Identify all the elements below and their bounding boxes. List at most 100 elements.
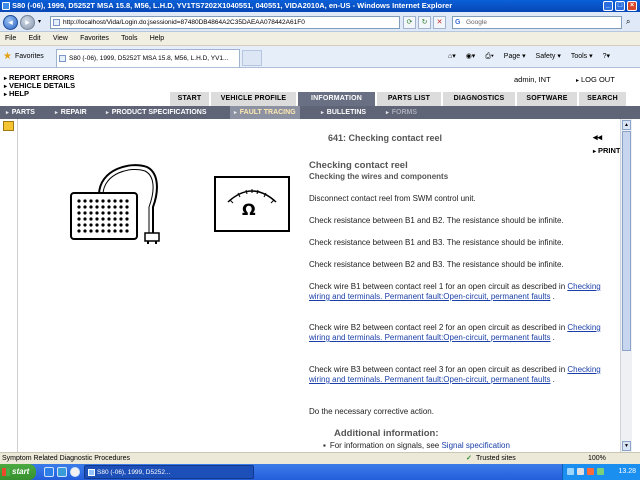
sub-navigation: ▸ PARTS ▸ REPAIR ▸ PRODUCT SPECIFICATIONS ▸…	[0, 106, 640, 119]
logout-link[interactable]: ▸ LOG OUT	[576, 75, 615, 84]
subnav-parts[interactable]: ▸ PARTS	[6, 106, 35, 119]
compatibility-icon[interactable]: ⟳	[403, 16, 416, 29]
tree-panel-strip	[0, 119, 18, 452]
help-link[interactable]: ▸ HELP	[4, 90, 29, 99]
signal-specification-link[interactable]: Signal specification	[441, 441, 509, 450]
page-menu[interactable]: Page ▾	[504, 53, 526, 60]
menu-file[interactable]: File	[0, 32, 21, 46]
user-label: admin, INT	[514, 75, 551, 84]
signal-info-item: ▪ For information on signals, see Signal …	[323, 441, 510, 450]
folder-icon[interactable]	[3, 121, 14, 131]
zoom-level[interactable]: 100%	[588, 453, 606, 464]
vertical-scrollbar[interactable]: ▲ ▼	[620, 119, 632, 452]
tab-diagnostics[interactable]: DIAGNOSTICS	[443, 92, 516, 106]
document-title: 641: Checking contact reel	[328, 133, 443, 143]
previous-document-icon[interactable]: ◂◂	[593, 132, 602, 143]
star-icon: ★	[3, 51, 12, 62]
additional-info-heading: Additional information:	[334, 428, 439, 439]
tab-start[interactable]: START	[170, 92, 210, 106]
desktop-quicklaunch-icon[interactable]	[57, 467, 67, 477]
status-text: Symptom Related Diagnostic Procedures	[2, 455, 131, 462]
step-check-b1-b2: Check resistance between B1 and B2. The …	[309, 216, 564, 225]
window-title-bar[interactable]: S80 (-06), 1999, D5252T MSA 15.8, M56, L…	[0, 0, 640, 12]
clock[interactable]: 13.28	[618, 464, 636, 480]
volume-icon[interactable]	[577, 468, 584, 475]
maximize-button[interactable]: □	[615, 1, 625, 11]
help-icon[interactable]: ?▾	[603, 53, 610, 60]
home-icon[interactable]: ⌂▾	[448, 53, 456, 60]
ie-icon	[88, 469, 95, 476]
taskbar-ie-window[interactable]: S80 (-06), 1999, D5252...	[84, 465, 254, 479]
subnav-repair[interactable]: ▸ REPAIR	[55, 106, 87, 119]
ie-icon	[2, 2, 10, 10]
menu-view[interactable]: View	[48, 32, 73, 46]
menu-edit[interactable]: Edit	[24, 32, 46, 46]
favorites-button[interactable]: ★ Favorites	[2, 50, 44, 64]
ie-quicklaunch-icon[interactable]	[44, 467, 54, 477]
menu-bar: File Edit View Favorites Tools Help	[0, 32, 640, 46]
system-tray: 13.28	[562, 464, 640, 480]
address-bar-row: ◂ ▸ ▾ http://localhost/Vida/Login.do;jse…	[0, 12, 640, 32]
page-icon	[59, 55, 66, 62]
tab-vehicle-profile[interactable]: VEHICLE PROFILE	[211, 92, 297, 106]
scroll-down-icon[interactable]: ▼	[622, 441, 631, 451]
safety-menu[interactable]: Safety ▾	[536, 53, 561, 60]
print-icon[interactable]: ⎙▾	[485, 53, 494, 60]
security-icon[interactable]	[587, 468, 594, 475]
step-disconnect: Disconnect contact reel from SWM control…	[309, 194, 476, 203]
checkmark-icon: ✓	[466, 455, 472, 462]
update-icon[interactable]	[597, 468, 604, 475]
scroll-thumb[interactable]	[622, 131, 631, 351]
step-check-b2-b3: Check resistance between B2 and B3. The …	[309, 260, 564, 269]
subnav-fault-tracing[interactable]: ▸ FAULT TRACING	[230, 106, 300, 119]
scroll-up-icon[interactable]: ▲	[622, 120, 631, 130]
search-input[interactable]: G Google	[452, 16, 622, 29]
step-check-wire-b1: Check wire B1 between contact reel 1 for…	[309, 282, 601, 301]
browser-tab[interactable]: S80 (-06), 1999, D5252T MSA 15.8, M56, L…	[56, 49, 240, 67]
tab-software[interactable]: SOFTWARE	[517, 92, 578, 106]
taskbar: start S80 (-06), 1999, D5252... 13.28	[0, 464, 640, 480]
favorites-bar: ★ Favorites S80 (-06), 1999, D5252T MSA …	[0, 46, 640, 68]
command-bar: ⌂▾ ◉▾ ⎙▾ Page ▾ Safety ▾ Tools ▾ ?▾	[440, 50, 610, 64]
step-corrective-action: Do the necessary corrective action.	[309, 407, 434, 416]
close-button[interactable]: ×	[627, 1, 637, 11]
network-icon[interactable]	[567, 468, 574, 475]
search-icon[interactable]: ⌕	[626, 17, 630, 27]
favorites-label: Favorites	[15, 53, 44, 60]
step-check-b1-b3: Check resistance between B1 and B3. The …	[309, 238, 564, 247]
chrome-quicklaunch-icon[interactable]	[70, 467, 80, 477]
document-content: Ω 641: Checking contact reel ◂◂ ▸ PRINT C…	[19, 119, 621, 452]
menu-tools[interactable]: Tools	[116, 32, 142, 46]
ohm-symbol: Ω	[242, 200, 256, 219]
step-check-wire-b3: Check wire B3 between contact reel 3 for…	[309, 365, 601, 384]
tab-information[interactable]: INFORMATION	[298, 92, 376, 106]
forward-button[interactable]: ▸	[20, 15, 35, 30]
feeds-icon[interactable]: ◉▾	[466, 53, 476, 60]
recent-pages-dropdown-icon[interactable]: ▾	[38, 18, 41, 25]
print-link[interactable]: ▸ PRINT	[593, 146, 621, 155]
menu-favorites[interactable]: Favorites	[75, 32, 114, 46]
windows-logo-icon	[2, 468, 10, 476]
step-check-wire-b2: Check wire B2 between contact reel 2 for…	[309, 323, 601, 342]
tab-search[interactable]: SEARCH	[579, 92, 627, 106]
tab-parts-list[interactable]: PARTS LIST	[377, 92, 442, 106]
subnav-product-specifications[interactable]: ▸ PRODUCT SPECIFICATIONS	[106, 106, 207, 119]
menu-help[interactable]: Help	[145, 32, 169, 46]
google-icon: G	[455, 19, 461, 26]
new-tab-button[interactable]	[242, 50, 262, 66]
zone-indicator[interactable]: ✓ Trusted sites	[466, 453, 516, 464]
back-button[interactable]: ◂	[3, 15, 18, 30]
refresh-icon[interactable]: ↻	[418, 16, 431, 29]
address-text: http://localhost/Vida/Login.do;jsessioni…	[63, 19, 305, 26]
minimize-button[interactable]: _	[603, 1, 613, 11]
status-bar: Symptom Related Diagnostic Procedures ✓ T…	[0, 452, 640, 464]
ohmmeter-illustration: Ω	[214, 176, 290, 232]
stop-icon[interactable]: ✕	[433, 16, 446, 29]
page-icon	[53, 19, 60, 26]
section-subheading: Checking the wires and components	[309, 172, 449, 181]
subnav-bulletins[interactable]: ▸ BULLETINS	[321, 106, 366, 119]
address-input[interactable]: http://localhost/Vida/Login.do;jsessioni…	[50, 16, 400, 29]
connector-illustration	[70, 164, 160, 244]
start-button[interactable]: start	[0, 464, 36, 480]
tools-menu[interactable]: Tools ▾	[571, 53, 593, 60]
